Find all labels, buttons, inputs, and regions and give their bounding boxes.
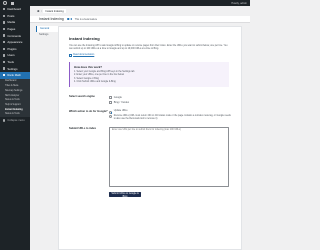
collapse-menu-label: Collapse menu xyxy=(7,119,25,123)
sidebar-item-appearance[interactable]: Appearance xyxy=(0,39,30,46)
engine-bing-label: Bing / Yandex xyxy=(113,100,130,104)
book-icon xyxy=(69,54,72,57)
submit-urls-field xyxy=(109,126,231,188)
sidebar-item-posts[interactable]: Posts xyxy=(0,13,30,20)
comment-icon xyxy=(3,34,6,37)
submit-urls-label: Submit URLs to index xyxy=(69,126,96,130)
sidebar-item-media[interactable]: Media xyxy=(0,19,30,26)
sidebar-item-plugins[interactable]: Plugins xyxy=(0,46,30,53)
tab-settings[interactable]: Settings xyxy=(36,32,58,38)
checkbox-icon xyxy=(109,100,112,104)
submenu-item[interactable]: Status & Tools xyxy=(0,112,30,117)
breadcrumb: / Instant Indexing xyxy=(37,9,66,14)
brush-icon xyxy=(3,41,6,44)
sidebar-item-pages[interactable]: Pages xyxy=(0,26,30,33)
documentation-link-label: Read documentation xyxy=(73,54,95,57)
breadcrumb-current: Instant Indexing xyxy=(43,9,66,14)
beta-toggle[interactable] xyxy=(66,17,72,21)
plugin-icon xyxy=(3,47,6,51)
home-icon[interactable] xyxy=(37,9,40,13)
action-remove-radio[interactable]: Remove URLs (URL must return 404 or 410 … xyxy=(109,115,231,121)
sidebar-item-label: Dashboard xyxy=(7,7,22,12)
google-action-options: Update URLs Remove URLs (URL must return… xyxy=(109,110,231,121)
engine-google-label: Google xyxy=(113,96,122,100)
media-icon xyxy=(3,21,6,24)
wordpress-logo-icon[interactable] xyxy=(3,1,7,5)
submit-urls-button[interactable]: Submit URLs to Google & Bing xyxy=(109,192,141,198)
panel-title: Instant Indexing xyxy=(69,36,100,41)
google-action-row: Which action to do for Google? Update UR… xyxy=(69,110,231,121)
search-engine-row: Select search engine Google Bing / Yande… xyxy=(69,95,231,104)
home-icon[interactable] xyxy=(11,1,14,5)
sliders-icon xyxy=(3,67,6,70)
sidebar-item-comments[interactable]: Comments xyxy=(0,32,30,39)
settings-tabs: General Settings xyxy=(36,26,58,38)
sidebar-item-label: Rank Math xyxy=(7,73,21,78)
sidebar-item-label: Tools xyxy=(7,60,14,65)
chart-icon xyxy=(3,74,6,77)
search-engine-label: Select search engine xyxy=(69,95,95,99)
how-it-works-box: How does this work? 1. Select your Googl… xyxy=(69,61,229,88)
sidebar-item-label: Pages xyxy=(7,27,16,32)
collapse-icon xyxy=(3,119,6,122)
engine-bing-checkbox[interactable]: Bing / Yandex xyxy=(109,100,231,105)
sidebar-item-dashboard[interactable]: Dashboard xyxy=(0,6,30,13)
how-it-works-steps: 1. Select your Google and Bing API keys … xyxy=(74,71,225,85)
breadcrumb-separator: / xyxy=(41,9,42,13)
users-icon xyxy=(3,54,6,57)
radio-selected-icon xyxy=(109,110,112,114)
urls-textarea[interactable] xyxy=(109,126,229,187)
user-greeting[interactable]: Howdy, admin xyxy=(231,2,247,5)
checkbox-icon xyxy=(109,96,112,100)
collapse-menu-button[interactable]: Collapse menu xyxy=(0,117,30,124)
sidebar-item-label: Users xyxy=(7,53,15,58)
pin-icon xyxy=(3,14,6,18)
sidebar-item-label: Media xyxy=(7,20,16,25)
sidebar-item-rank-math[interactable]: Rank Math xyxy=(0,71,30,79)
page-title: Instant Indexing xyxy=(39,17,64,21)
search-engine-options: Google Bing / Yandex xyxy=(109,95,231,104)
sidebar-item-label: Comments xyxy=(7,33,21,38)
radio-icon xyxy=(109,115,112,119)
page-icon xyxy=(3,27,6,31)
beta-toggle-label: This is a beta feature xyxy=(74,17,98,21)
sidebar-item-users[interactable]: Users xyxy=(0,52,30,59)
action-update-label: Update URLs xyxy=(113,110,128,113)
sidebar-submenu: Dashboard Titles & Meta Sitemap Settings… xyxy=(0,78,30,118)
sidebar-item-label: Posts xyxy=(7,13,15,18)
sidebar-item-label: Plugins xyxy=(7,46,17,51)
sidebar-item-tools[interactable]: Tools xyxy=(0,59,30,66)
instant-indexing-panel: Instant Indexing You can use the Indexin… xyxy=(58,26,242,250)
how-step: 4. Click Submit URLs and Google & Bing xyxy=(74,80,116,83)
admin-sidebar: Dashboard Posts Media Pages Comments App… xyxy=(0,6,30,250)
panel-description: You can use the Indexing API to ask Goog… xyxy=(69,45,228,51)
dashboard-icon xyxy=(3,8,6,11)
wrench-icon xyxy=(3,60,6,64)
sidebar-item-settings[interactable]: Settings xyxy=(0,65,30,72)
google-action-label: Which action to do for Google? xyxy=(69,110,108,114)
how-it-works-title: How does this work? xyxy=(74,64,102,69)
submit-urls-row: Submit URLs to index xyxy=(69,126,231,188)
page-header: Instant Indexing This is a beta feature xyxy=(30,16,250,23)
breadcrumb-bar: / Instant Indexing xyxy=(30,6,250,16)
documentation-link[interactable]: Read documentation xyxy=(69,54,231,57)
sidebar-item-label: Appearance xyxy=(7,40,23,45)
sidebar-item-label: Settings xyxy=(7,66,18,71)
action-remove-label: Remove URLs (URL must return 404 or 410 … xyxy=(113,114,231,120)
